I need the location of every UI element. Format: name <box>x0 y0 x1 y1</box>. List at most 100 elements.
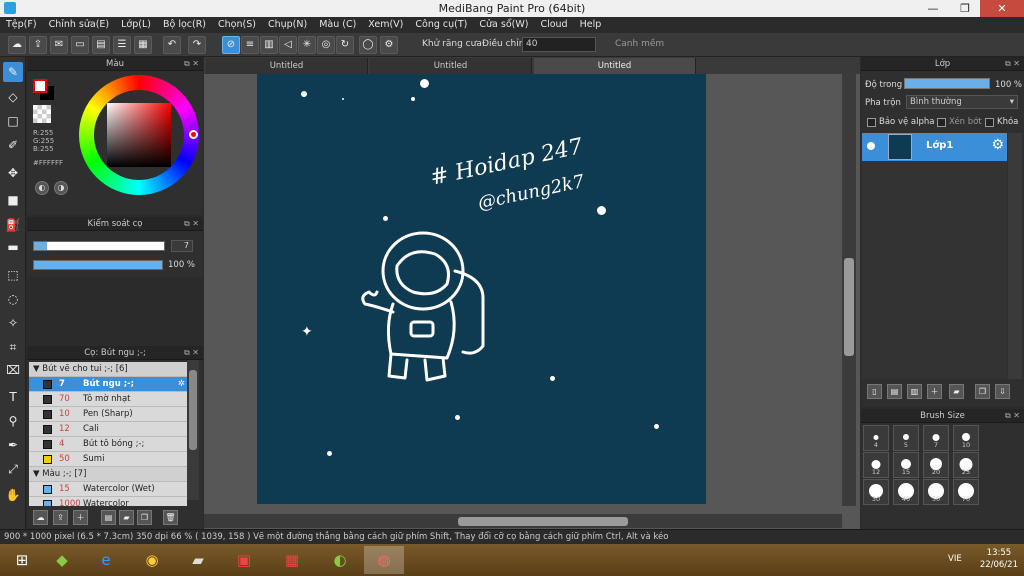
brush-size-preset[interactable]: 15 <box>893 452 919 478</box>
brush-group[interactable]: ▼ Bút vẽ cho tui ;-; [6] <box>29 362 187 377</box>
fill-shape-icon[interactable]: ■ <box>3 190 23 210</box>
comment-icon[interactable]: ▭ <box>71 36 89 54</box>
brush-item[interactable]: 15 Watercolor (Wet) <box>29 482 187 497</box>
adjust-input[interactable]: 40 <box>522 37 596 52</box>
gradient-tool-icon[interactable]: ▬ <box>3 237 23 257</box>
clock[interactable]: 13:55 22/06/21 <box>980 547 1018 571</box>
new-layer-icon[interactable]: ▯ <box>867 384 882 399</box>
tab-untitled-3[interactable]: Untitled <box>534 58 696 74</box>
brush-group[interactable]: ▼ Màu ;-; [7] <box>29 467 187 482</box>
lasso-tool-icon[interactable]: ◌ <box>3 289 23 309</box>
hand-tool-icon[interactable]: ✋ <box>3 485 23 505</box>
menu-tools[interactable]: Công cụ(T) <box>409 17 473 33</box>
merge-layer-icon[interactable]: ⇩ <box>995 384 1010 399</box>
eraser-tool-icon[interactable]: ◇ <box>3 87 23 107</box>
chrome-icon[interactable]: ◉ <box>132 546 172 574</box>
cross-snap-icon[interactable]: ▥ <box>260 36 278 54</box>
brush-list-scrollbar[interactable] <box>187 360 199 500</box>
brush-size-preset[interactable]: 7 <box>923 425 949 451</box>
magic-wand-icon[interactable]: ✧ <box>3 313 23 333</box>
blend-mode-select[interactable]: Bình thường ▾ <box>906 95 1018 109</box>
tab-untitled-2[interactable]: Untitled <box>370 58 532 74</box>
brush-upload-icon[interactable]: ⇪ <box>53 510 68 525</box>
brush-tool-icon[interactable]: ✎ <box>3 62 23 82</box>
menu-cloud[interactable]: Cloud <box>534 17 573 33</box>
drawing-canvas[interactable]: ✦ # Hoidap 247 @chung2k7 <box>257 74 706 504</box>
gear-icon[interactable]: ⚙ <box>991 137 1004 153</box>
scroll-thumb[interactable] <box>844 258 854 356</box>
gear-icon[interactable]: ✲ <box>178 377 185 392</box>
eyedropper-icon[interactable]: ✒ <box>3 435 23 455</box>
folder-icon[interactable]: ▰ <box>119 510 134 525</box>
rectangle-tool-icon[interactable]: □ <box>3 111 23 131</box>
panel-controls-icon[interactable]: ⧉ ✕ <box>184 217 199 231</box>
brush-size-preset[interactable]: 30 <box>863 479 889 505</box>
brush-item[interactable]: 70 Tô mờ nhạt <box>29 392 187 407</box>
chat-icon[interactable]: ✉ <box>50 36 68 54</box>
ie-icon[interactable]: e <box>86 546 126 574</box>
move-tool-icon[interactable]: ✥ <box>3 163 23 183</box>
brush-settings-icon[interactable]: ▤ <box>101 510 116 525</box>
menu-select[interactable]: Chọn(S) <box>212 17 262 33</box>
cloud-brush-icon[interactable]: ☁ <box>33 510 48 525</box>
app-icon[interactable]: ▣ <box>224 546 264 574</box>
language-indicator[interactable]: VIE <box>948 554 962 564</box>
select-pen-icon[interactable]: ⌗ <box>3 337 23 357</box>
app-icon[interactable]: ▦ <box>272 546 312 574</box>
palette-icon[interactable]: ◐ <box>35 181 49 195</box>
list-icon[interactable]: ☰ <box>113 36 131 54</box>
brush-size-preset[interactable]: 70 <box>953 479 979 505</box>
cloud-icon[interactable]: ☁ <box>8 36 26 54</box>
app-icon[interactable]: ◐ <box>320 546 360 574</box>
duplicate-layer-icon[interactable]: ❐ <box>975 384 990 399</box>
eye-icon[interactable] <box>867 142 875 150</box>
tab-untitled-1[interactable]: Untitled <box>206 58 368 74</box>
lock-checkbox[interactable] <box>985 118 994 127</box>
brush-size-preset[interactable]: 10 <box>953 425 979 451</box>
saturation-value-square[interactable] <box>107 103 171 167</box>
add-layer-menu-icon[interactable]: ＋ <box>927 384 942 399</box>
menu-view[interactable]: Xem(V) <box>362 17 409 33</box>
brush-item[interactable]: 50 Sumi <box>29 452 187 467</box>
foreground-color-swatch[interactable] <box>33 79 47 93</box>
brush-item[interactable]: 10 Pen (Sharp) <box>29 407 187 422</box>
panel-controls-icon[interactable]: ⧉ ✕ <box>1005 409 1020 423</box>
layer-opacity-slider[interactable] <box>904 78 990 89</box>
maximize-button[interactable]: ❐ <box>950 0 980 17</box>
add-brush-icon[interactable]: ＋ <box>73 510 88 525</box>
trash-icon[interactable]: 🗑 <box>163 510 178 525</box>
brush-opacity-slider[interactable] <box>33 260 163 270</box>
brush-item[interactable]: 4 Bút tô bóng ;-; <box>29 437 187 452</box>
color-history-icon[interactable]: ◑ <box>54 181 68 195</box>
smudge-tool-icon[interactable]: ✐ <box>3 135 23 155</box>
canvas-vertical-scrollbar[interactable] <box>842 74 856 506</box>
parallel-snap-icon[interactable]: ≡ <box>241 36 259 54</box>
windows-start-icon[interactable]: ⊞ <box>2 546 42 574</box>
panel-controls-icon[interactable]: ⧉ ✕ <box>1005 57 1020 71</box>
menu-color[interactable]: Màu (C) <box>313 17 362 33</box>
layer-scrollbar[interactable] <box>1008 133 1022 379</box>
layer-row[interactable]: Lớp1 ⚙ <box>862 133 1007 161</box>
text-tool-icon[interactable]: T <box>3 387 23 407</box>
panel-controls-icon[interactable]: ⧉ ✕ <box>184 346 199 360</box>
menu-edit[interactable]: Chỉnh sửa(E) <box>43 17 116 33</box>
menu-file[interactable]: Tệp(F) <box>0 17 43 33</box>
brush-size-slider[interactable] <box>33 241 165 251</box>
layer-folder-icon[interactable]: ▰ <box>949 384 964 399</box>
duplicate-icon[interactable]: ❐ <box>137 510 152 525</box>
bucket-tool-icon[interactable]: ⛽ <box>3 215 23 235</box>
new-8bit-layer-icon[interactable]: ▥ <box>907 384 922 399</box>
settings-icon[interactable]: ⚙ <box>380 36 398 54</box>
vanish-snap-icon[interactable]: ◁ <box>279 36 297 54</box>
select-tool-icon[interactable]: ⬚ <box>3 265 23 285</box>
radial-snap-icon[interactable]: ✳ <box>298 36 316 54</box>
menu-window[interactable]: Cửa sổ(W) <box>473 17 534 33</box>
bluestacks-icon[interactable]: ◆ <box>42 546 82 574</box>
menu-help[interactable]: Help <box>574 17 608 33</box>
brush-item[interactable]: 12 Cali <box>29 422 187 437</box>
clipping-checkbox[interactable] <box>937 118 946 127</box>
canvas-horizontal-scrollbar[interactable] <box>204 514 842 528</box>
snap-off-icon[interactable]: ⊘ <box>222 36 240 54</box>
menu-snap[interactable]: Chụp(N) <box>262 17 313 33</box>
menu-layer[interactable]: Lớp(L) <box>115 17 157 33</box>
